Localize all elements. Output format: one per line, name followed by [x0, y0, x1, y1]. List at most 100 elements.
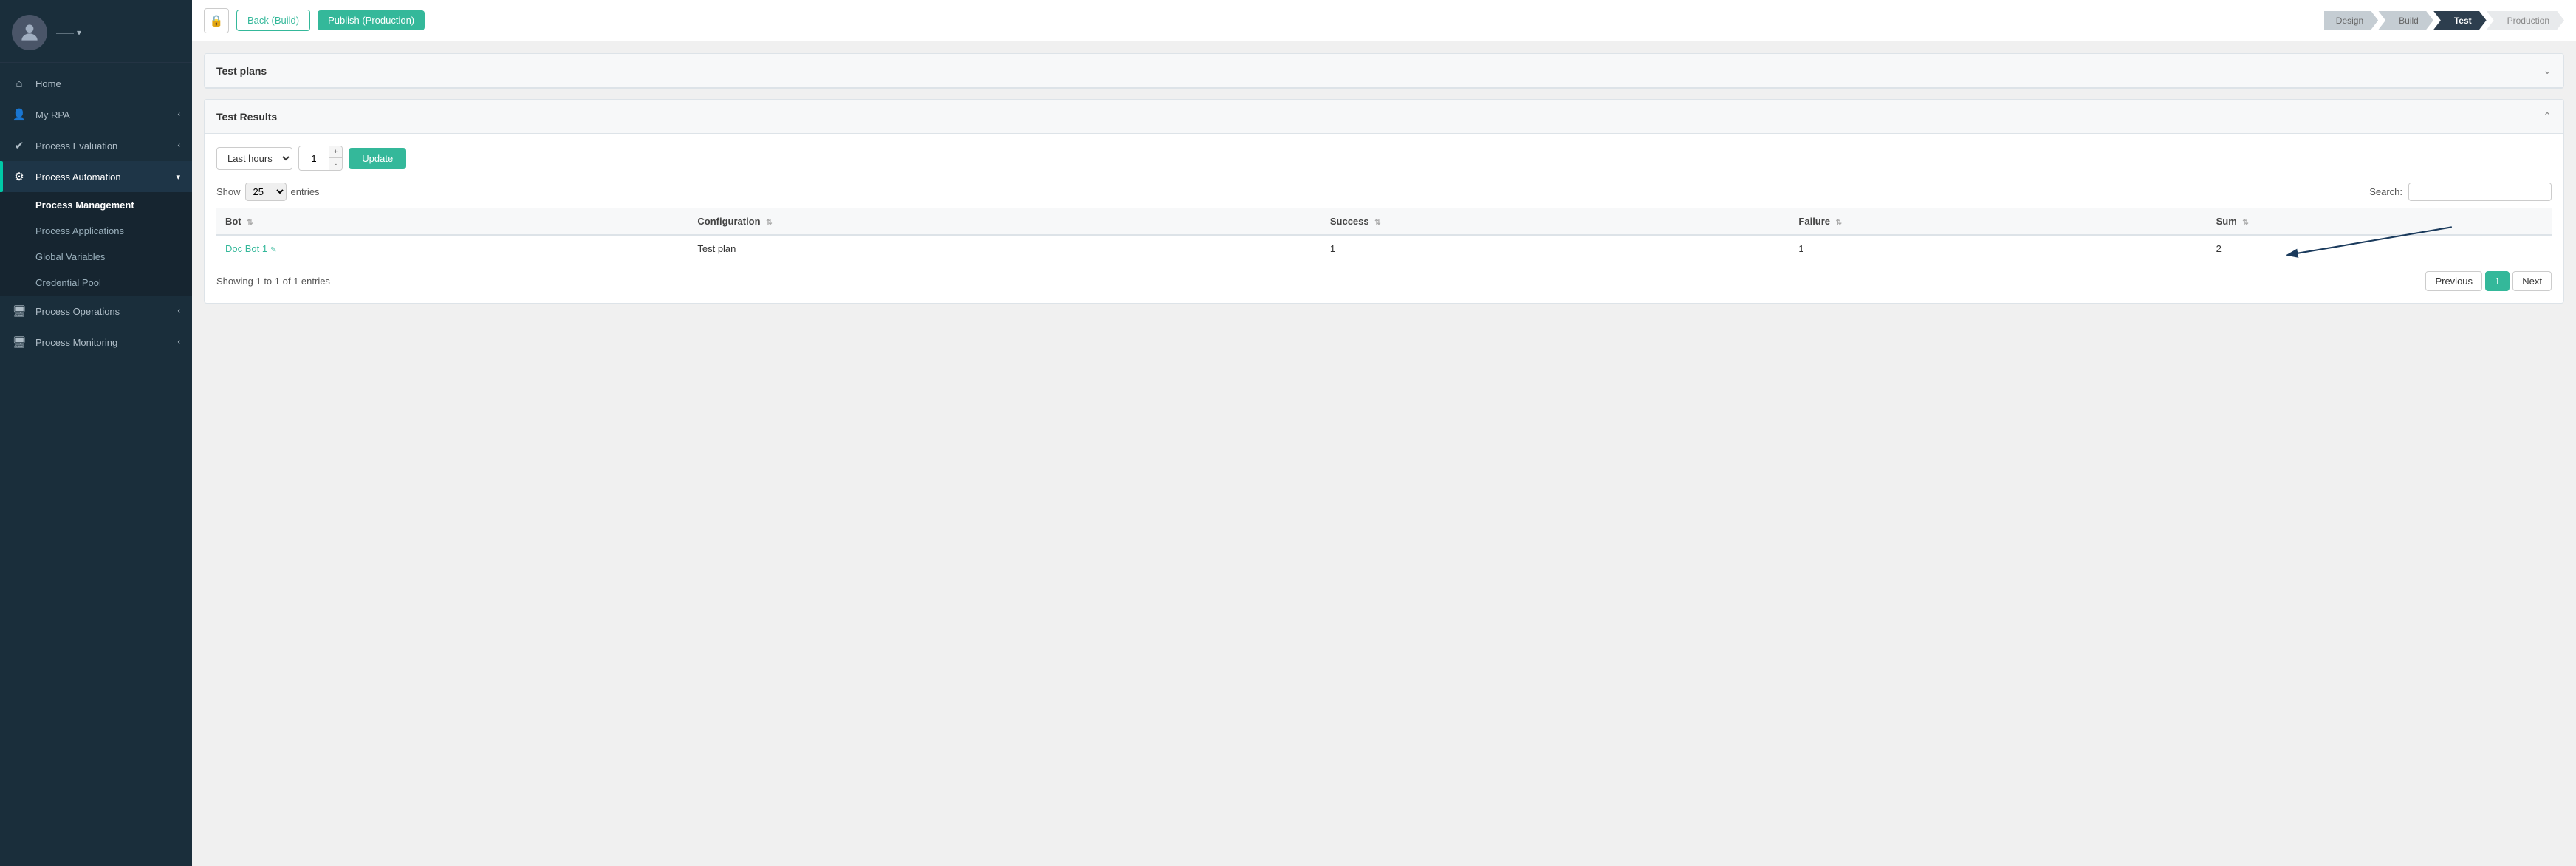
- sort-failure-icon[interactable]: ⇅: [1836, 219, 1842, 227]
- sidebar-item-process-monitoring[interactable]: 🖥 Process Monitoring ‹: [0, 327, 192, 358]
- main-content: 🔒 Back (Build) Publish (Production) Desi…: [192, 0, 2576, 866]
- active-indicator: [0, 161, 3, 192]
- results-table: Bot ⇅ Configuration ⇅ Success ⇅: [216, 208, 2552, 262]
- test-results-card-header[interactable]: Test Results ⌃: [205, 100, 2563, 134]
- avatar: [12, 15, 47, 50]
- user-dropdown[interactable]: —— ▾: [56, 27, 81, 38]
- pipeline-step-test[interactable]: Test: [2433, 11, 2487, 30]
- stepper-up-button[interactable]: +: [329, 146, 342, 158]
- back-button[interactable]: Back (Build): [236, 10, 310, 31]
- time-unit-select[interactable]: Last hours Last days: [216, 147, 292, 170]
- showing-text: Showing 1 to 1 of 1 entries: [216, 276, 330, 287]
- test-plans-card: Test plans ⌄: [204, 53, 2564, 89]
- cell-failure: 1: [1789, 235, 2207, 262]
- process-automation-icon: ⚙: [12, 170, 27, 183]
- show-label: Show: [216, 186, 241, 197]
- process-evaluation-icon: ✔: [12, 139, 27, 152]
- previous-button[interactable]: Previous: [2425, 271, 2482, 291]
- sidebar-item-process-applications[interactable]: Process Applications: [0, 218, 192, 244]
- search-input[interactable]: [2408, 183, 2552, 201]
- table-controls: Show 25 50 100 entries Search:: [216, 183, 2552, 201]
- chevron-right-icon: ‹: [177, 110, 180, 119]
- col-bot: Bot ⇅: [216, 208, 688, 235]
- nav-process-operations-wrapper: 🖥 Process Operations ‹: [0, 296, 192, 327]
- steppers: + -: [329, 146, 342, 170]
- user-name-label: ——: [56, 27, 74, 38]
- pipeline-production-label: Production: [2507, 16, 2549, 26]
- filter-row: Last hours Last days + - Update: [216, 146, 2552, 171]
- test-results-toggle-icon[interactable]: ⌃: [2543, 110, 2552, 123]
- pipeline-step-production[interactable]: Production: [2487, 11, 2564, 30]
- test-plans-card-header[interactable]: Test plans ⌄: [205, 54, 2563, 88]
- sidebar-item-home-label: Home: [35, 78, 61, 89]
- chevron-right-icon4: ‹: [177, 338, 180, 347]
- chevron-right-icon3: ‹: [177, 307, 180, 316]
- col-configuration: Configuration ⇅: [688, 208, 1321, 235]
- lock-button[interactable]: 🔒: [204, 8, 229, 33]
- pipeline-test-label: Test: [2454, 16, 2472, 26]
- sort-configuration-icon[interactable]: ⇅: [766, 219, 772, 227]
- table-header-row: Bot ⇅ Configuration ⇅ Success ⇅: [216, 208, 2552, 235]
- sidebar-item-my-rpa[interactable]: 👤 My RPA ‹: [0, 99, 192, 130]
- cell-configuration: Test plan: [688, 235, 1321, 262]
- show-entries: Show 25 50 100 entries: [216, 183, 320, 201]
- cell-bot: Doc Bot 1✎: [216, 235, 688, 262]
- test-plans-toggle-icon[interactable]: ⌄: [2543, 64, 2552, 77]
- nav-process-monitoring-wrapper: 🖥 Process Monitoring ‹: [0, 327, 192, 358]
- pipeline-build-label: Build: [2399, 16, 2419, 26]
- pipeline-step-design[interactable]: Design: [2324, 11, 2378, 30]
- bot-link[interactable]: Doc Bot 1✎: [225, 243, 276, 254]
- next-button[interactable]: Next: [2512, 271, 2552, 291]
- entries-per-page-select[interactable]: 25 50 100: [245, 183, 287, 201]
- sort-bot-icon[interactable]: ⇅: [247, 219, 253, 227]
- process-monitoring-icon: 🖥: [12, 335, 27, 349]
- sidebar-nav: ⌂ Home 👤 My RPA ‹ ✔ Process Evaluation ‹: [0, 63, 192, 866]
- home-icon: ⌂: [12, 78, 27, 90]
- sidebar-item-process-automation-label: Process Automation: [35, 171, 121, 183]
- table-row: Doc Bot 1✎ Test plan 1 1: [216, 235, 2552, 262]
- search-area: Search:: [2369, 183, 2552, 201]
- pipeline-step-build[interactable]: Build: [2378, 11, 2433, 30]
- nav-process-automation-wrapper: ⚙ Process Automation ▾: [0, 161, 192, 192]
- stepper-down-button[interactable]: -: [329, 158, 342, 170]
- dropdown-chevron-icon: ▾: [77, 27, 81, 38]
- toolbar: 🔒 Back (Build) Publish (Production) Desi…: [192, 0, 2576, 41]
- chevron-right-icon2: ‹: [177, 141, 180, 150]
- cell-sum: 2: [2207, 235, 2552, 262]
- test-results-title: Test Results: [216, 111, 277, 123]
- sidebar-item-credential-pool[interactable]: Credential Pool: [0, 270, 192, 296]
- external-link-icon: ✎: [270, 246, 276, 254]
- table-container: Bot ⇅ Configuration ⇅ Success ⇅: [216, 208, 2552, 262]
- sort-sum-icon[interactable]: ⇅: [2242, 219, 2248, 227]
- page-1-button[interactable]: 1: [2485, 271, 2510, 291]
- nav-home-wrapper: ⌂ Home: [0, 69, 192, 99]
- sidebar-item-process-automation[interactable]: ⚙ Process Automation ▾: [0, 161, 192, 192]
- pagination: Showing 1 to 1 of 1 entries Previous 1 N…: [216, 271, 2552, 291]
- nav-my-rpa-wrapper: 👤 My RPA ‹: [0, 99, 192, 130]
- col-success: Success ⇅: [1321, 208, 1790, 235]
- sidebar-item-process-evaluation[interactable]: ✔ Process Evaluation ‹: [0, 130, 192, 161]
- sidebar-item-my-rpa-label: My RPA: [35, 109, 70, 120]
- process-automation-subnav: Process Management Process Applications …: [0, 192, 192, 296]
- sidebar: —— ▾ ⌂ Home 👤 My RPA ‹ ✔ Process Evalu: [0, 0, 192, 866]
- process-operations-icon: 🖥: [12, 304, 27, 318]
- time-value-field: + -: [298, 146, 343, 171]
- sidebar-item-process-management[interactable]: Process Management: [0, 192, 192, 218]
- col-sum: Sum ⇅: [2207, 208, 2552, 235]
- sidebar-item-process-operations[interactable]: 🖥 Process Operations ‹: [0, 296, 192, 327]
- entries-label: entries: [291, 186, 320, 197]
- update-button[interactable]: Update: [349, 148, 406, 169]
- sort-success-icon[interactable]: ⇅: [1374, 219, 1380, 227]
- pipeline-design-label: Design: [2336, 16, 2363, 26]
- sidebar-item-home[interactable]: ⌂ Home: [0, 69, 192, 99]
- sidebar-item-global-variables[interactable]: Global Variables: [0, 244, 192, 270]
- pipeline: Design Build Test Production: [2324, 11, 2564, 30]
- page-content: Test plans ⌄ Test Results ⌃ Last hours L…: [192, 41, 2576, 866]
- publish-button[interactable]: Publish (Production): [318, 10, 425, 30]
- search-label: Search:: [2369, 186, 2402, 197]
- test-results-card: Test Results ⌃ Last hours Last days + -: [204, 99, 2564, 304]
- sidebar-item-process-evaluation-label: Process Evaluation: [35, 140, 117, 151]
- time-value-input[interactable]: [299, 146, 329, 170]
- my-rpa-icon: 👤: [12, 108, 27, 121]
- chevron-down-icon: ▾: [176, 172, 180, 182]
